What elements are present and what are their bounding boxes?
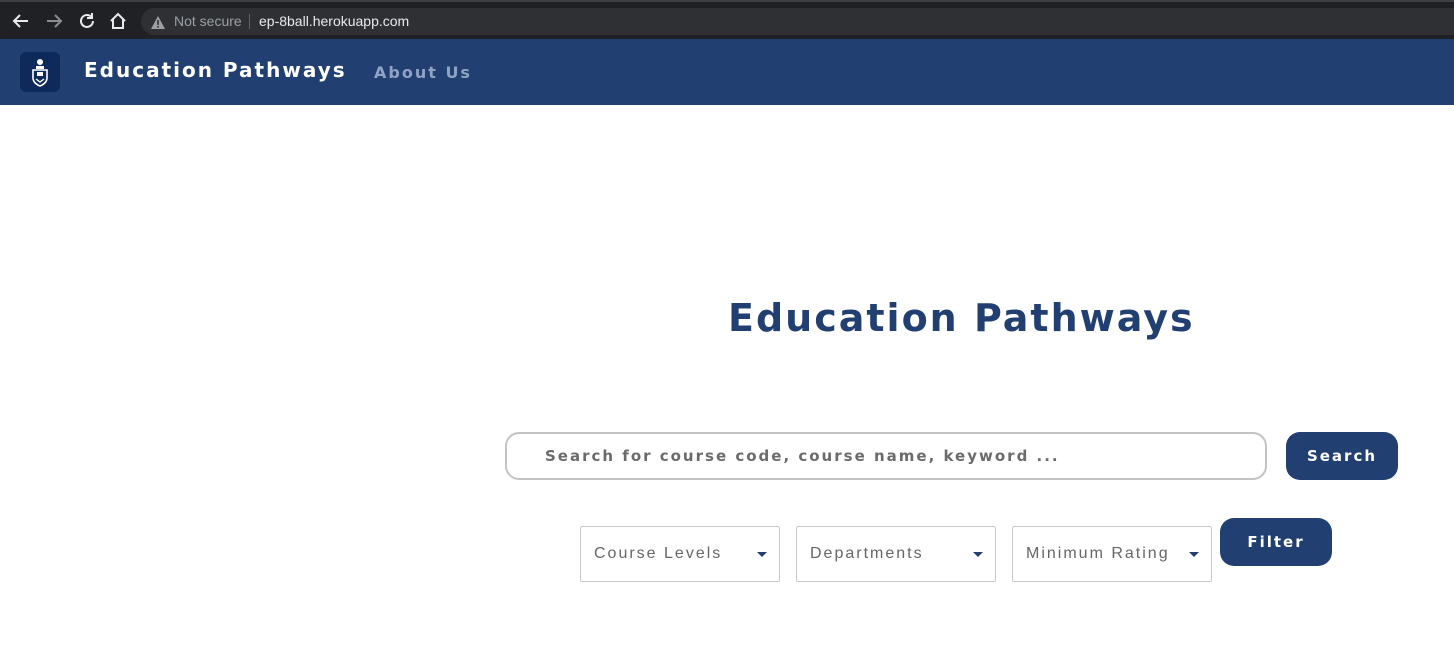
browser-toolbar: Not secure ep-8ball.herokuapp.com xyxy=(0,0,1454,39)
address-bar[interactable]: Not secure ep-8ball.herokuapp.com xyxy=(141,8,1454,35)
security-status[interactable]: Not secure xyxy=(174,13,242,29)
dropdown-caret-icon xyxy=(757,552,767,557)
search-input[interactable] xyxy=(505,432,1267,480)
back-arrow-icon[interactable] xyxy=(10,10,32,32)
departments-label: Departments xyxy=(810,545,924,562)
search-button[interactable]: Search xyxy=(1286,432,1398,480)
brand-name[interactable]: Education Pathways xyxy=(84,58,347,82)
dropdown-caret-icon xyxy=(973,552,983,557)
divider xyxy=(249,14,250,29)
minimum-rating-select[interactable]: Minimum Rating xyxy=(1012,526,1212,582)
nav-link-about-us[interactable]: About Us xyxy=(374,63,472,82)
page-title: Education Pathways xyxy=(728,296,1195,340)
dropdown-caret-icon xyxy=(1189,552,1199,557)
reload-icon[interactable] xyxy=(76,10,98,32)
warning-icon xyxy=(151,14,165,33)
home-icon[interactable] xyxy=(107,10,129,32)
departments-select[interactable]: Departments xyxy=(796,526,996,582)
filter-button[interactable]: Filter xyxy=(1220,518,1332,566)
app-navbar: Education Pathways About Us xyxy=(0,39,1454,105)
course-levels-label: Course Levels xyxy=(594,545,723,562)
course-levels-select[interactable]: Course Levels xyxy=(580,526,780,582)
minimum-rating-label: Minimum Rating xyxy=(1026,545,1170,562)
university-crest-logo-icon[interactable] xyxy=(20,52,60,92)
url-text[interactable]: ep-8ball.herokuapp.com xyxy=(259,13,409,29)
forward-arrow-icon[interactable] xyxy=(43,10,65,32)
